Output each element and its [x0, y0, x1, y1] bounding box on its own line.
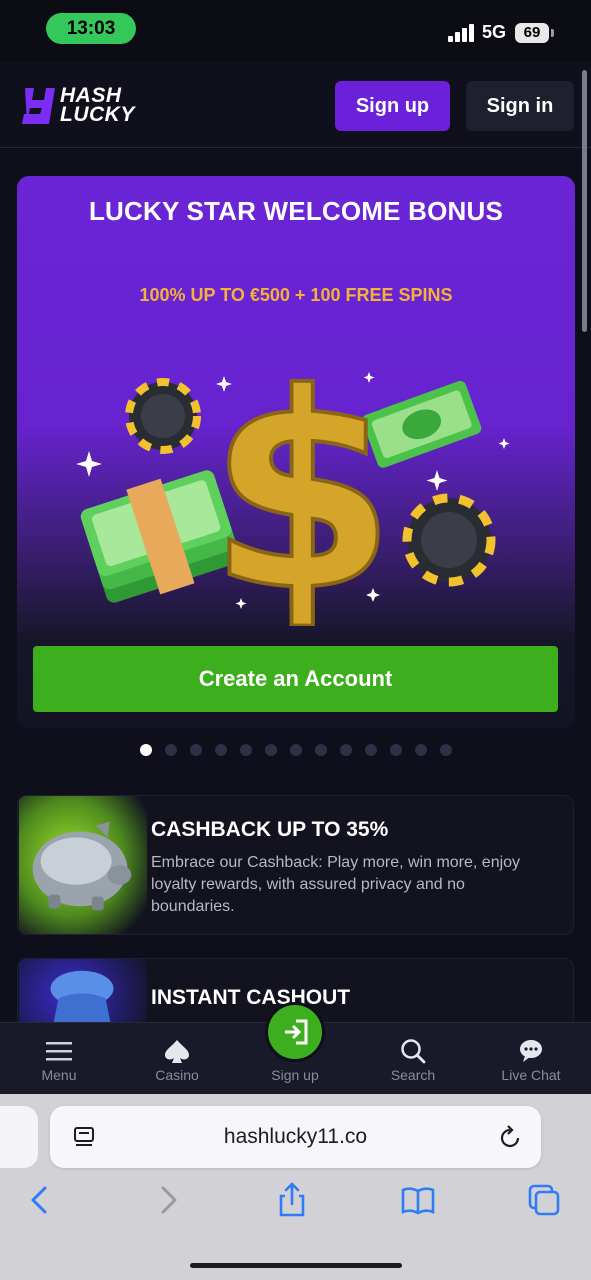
status-time: 13:03: [46, 13, 136, 44]
carousel-dot[interactable]: [140, 744, 152, 756]
home-indicator: [190, 1263, 402, 1268]
menu-icon: [46, 1042, 72, 1061]
carousel-dot[interactable]: [290, 744, 302, 756]
signup-fab[interactable]: [265, 1002, 325, 1062]
page-scrollbar[interactable]: [582, 70, 587, 332]
svg-text:$: $: [208, 366, 396, 626]
create-account-button[interactable]: Create an Account: [33, 646, 558, 712]
nav-search[interactable]: Search: [354, 1023, 472, 1095]
casino-chip-icon: [402, 493, 496, 587]
card-title: CASHBACK UP TO 35%: [151, 818, 389, 841]
carousel-dot[interactable]: [440, 744, 452, 756]
spade-icon: [165, 1040, 189, 1063]
header-signin-button[interactable]: Sign in: [466, 81, 574, 131]
battery-icon: 69: [515, 23, 554, 43]
search-icon: [401, 1039, 426, 1064]
casino-chip-icon: [125, 378, 201, 454]
carousel-dot[interactable]: [190, 744, 202, 756]
previous-tab-preview[interactable]: [0, 1106, 38, 1168]
nav-casino[interactable]: Casino: [118, 1023, 236, 1095]
nav-live-chat[interactable]: Live Chat: [472, 1023, 590, 1095]
logo-text: HASH LUCKY: [60, 84, 135, 126]
login-icon: [285, 1019, 308, 1045]
carousel-dot[interactable]: [315, 744, 327, 756]
banner-title: LUCKY STAR WELCOME BONUS: [88, 196, 504, 226]
promo-card-cashback[interactable]: CASHBACK UP TO 35% Embrace our Cashback:…: [17, 795, 574, 935]
carousel-dot[interactable]: [365, 744, 377, 756]
forward-icon[interactable]: [150, 1182, 186, 1218]
chat-icon: [520, 1040, 542, 1062]
address-bar[interactable]: hashlucky11.co: [50, 1106, 541, 1168]
network-label: 5G: [482, 22, 507, 42]
status-bar: 13:03 5G 69: [0, 0, 591, 62]
carousel-dot[interactable]: [215, 744, 227, 756]
carousel-pagination[interactable]: [140, 744, 452, 756]
url-text[interactable]: hashlucky11.co: [50, 1106, 541, 1168]
carousel-dot[interactable]: [340, 744, 352, 756]
hashlucky-logo[interactable]: HASH LUCKY: [22, 84, 142, 128]
piggy-bank-icon: [18, 796, 148, 934]
bookmarks-icon[interactable]: [400, 1182, 436, 1218]
logo-mark-icon: [22, 88, 55, 124]
carousel-dot[interactable]: [265, 744, 277, 756]
card-title: INSTANT CASHOUT: [151, 986, 351, 1009]
carousel-dot[interactable]: [165, 744, 177, 756]
banner-subtitle: 100% UP TO €500 + 100 FREE SPINS: [139, 285, 453, 305]
money-illustration: $: [76, 366, 510, 626]
header-signup-button[interactable]: Sign up: [335, 81, 450, 131]
back-icon[interactable]: [22, 1182, 58, 1218]
signal-icon: [448, 22, 474, 42]
reload-icon[interactable]: [498, 1124, 522, 1150]
card-description: Embrace our Cashback: Play more, win mor…: [151, 854, 521, 915]
dollar-sign-icon: $: [206, 366, 398, 626]
site-header: HASH LUCKY Sign up Sign in: [0, 62, 591, 148]
tabs-icon[interactable]: [526, 1182, 562, 1218]
share-icon[interactable]: [274, 1182, 310, 1218]
welcome-bonus-banner[interactable]: LUCKY STAR WELCOME BONUS 100% UP TO €500…: [17, 176, 575, 728]
carousel-dot[interactable]: [240, 744, 252, 756]
nav-menu[interactable]: Menu: [0, 1023, 118, 1095]
carousel-dot[interactable]: [390, 744, 402, 756]
carousel-dot[interactable]: [415, 744, 427, 756]
browser-toolbar: hashlucky11.co: [0, 1094, 591, 1280]
